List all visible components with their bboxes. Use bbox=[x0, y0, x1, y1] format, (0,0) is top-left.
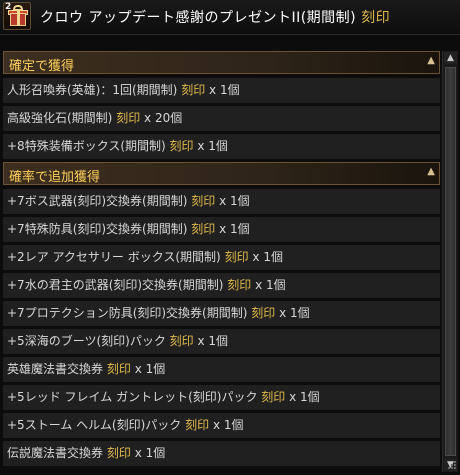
list-item: +5深海のブーツ(刻印)パック 刻印 x 1個 bbox=[3, 329, 440, 354]
item-quantity: x 1個 bbox=[134, 362, 166, 376]
item-attribute: 刻印 bbox=[181, 83, 206, 97]
item-quantity: x 20個 bbox=[144, 111, 183, 125]
gift-box-icon: 2 bbox=[3, 2, 31, 30]
list-item: +5レッド フレイム ガントレット(刻印)パック 刻印 x 1個 bbox=[3, 385, 440, 410]
resize-grip-icon[interactable] bbox=[445, 460, 457, 472]
item-quantity: x 1個 bbox=[212, 418, 244, 432]
item-name: 英雄魔法書交換券 bbox=[7, 362, 104, 376]
item-attribute: 刻印 bbox=[224, 250, 249, 264]
item-attribute: 刻印 bbox=[251, 306, 276, 320]
list-item: +7ボス武器(刻印)交換券(期間制) 刻印 x 1個 bbox=[3, 189, 440, 214]
item-name: +7プロテクション防具(刻印)交換券(期間制) bbox=[7, 306, 248, 320]
list-item: +2レア アクセサリー ボックス(期間制) 刻印 x 1個 bbox=[3, 245, 440, 270]
chevron-up-icon: ▲ bbox=[427, 55, 435, 66]
window-title: クロウ アップデート感謝のプレゼントII(期間制) 刻印 bbox=[40, 7, 390, 27]
item-name: +8特殊装備ボックス(期間制) bbox=[7, 139, 166, 153]
list-item: +7特殊防具(刻印)交換券(期間制) 刻印 x 1個 bbox=[3, 217, 440, 242]
item-attribute: 刻印 bbox=[227, 278, 252, 292]
item-list-panel: 確定で獲得 ▲ 人形召喚券(英雄)：1回(期間制) 刻印 x 1個 高級強化石(… bbox=[3, 51, 440, 475]
item-name: 高級強化石(期間制) bbox=[7, 111, 113, 125]
item-quantity: x 1個 bbox=[197, 334, 229, 348]
section-header-guaranteed[interactable]: 確定で獲得 ▲ bbox=[3, 51, 440, 74]
item-attribute: 刻印 bbox=[191, 194, 216, 208]
item-quantity: x 1個 bbox=[289, 390, 320, 404]
window-title-main: クロウ アップデート感謝のプレゼントII(期間制) bbox=[40, 10, 357, 26]
item-count-badge: 2 bbox=[5, 2, 12, 12]
window-title-attribute: 刻印 bbox=[361, 10, 391, 26]
item-name: +5レッド フレイム ガントレット(刻印)パック bbox=[7, 390, 258, 404]
item-attribute: 刻印 bbox=[169, 139, 194, 153]
list-item: 伝説魔法書交換券 刻印 x 1個 bbox=[3, 441, 440, 466]
item-name: +7ボス武器(刻印)交換券(期間制) bbox=[7, 194, 188, 208]
item-quantity: x 1個 bbox=[134, 446, 166, 460]
item-name: +7特殊防具(刻印)交換券(期間制) bbox=[7, 222, 188, 236]
title-bar: 2 クロウ アップデート感謝のプレゼントII(期間制) 刻印 bbox=[0, 0, 460, 35]
item-quantity: x 1個 bbox=[219, 194, 250, 208]
item-attribute: 刻印 bbox=[106, 446, 131, 460]
list-item: 高級強化石(期間制) 刻印 x 20個 bbox=[3, 106, 440, 131]
item-attribute: 刻印 bbox=[185, 418, 210, 432]
list-item: +7プロテクション防具(刻印)交換券(期間制) 刻印 x 1個 bbox=[3, 301, 440, 326]
item-quantity: x 1個 bbox=[209, 83, 240, 97]
section-label: 確定で獲得 bbox=[9, 59, 75, 74]
arrow-up-icon[interactable]: ▲ bbox=[444, 52, 457, 64]
scrollbar-thumb[interactable] bbox=[445, 67, 456, 456]
list-item: +7水の君主の武器(刻印)交換券(期間制) 刻印 x 1個 bbox=[3, 273, 440, 298]
item-quantity: x 1個 bbox=[279, 306, 310, 320]
list-item: +5ストーム ヘルム(刻印)パック 刻印 x 1個 bbox=[3, 413, 440, 438]
list-item: +8特殊装備ボックス(期間制) 刻印 x 1個 bbox=[3, 134, 440, 159]
item-name: +7水の君主の武器(刻印)交換券(期間制) bbox=[7, 278, 224, 292]
item-quantity: x 1個 bbox=[197, 139, 228, 153]
item-quantity: x 1個 bbox=[255, 278, 286, 292]
item-attribute: 刻印 bbox=[261, 390, 286, 404]
list-item: 人形召喚券(英雄)：1回(期間制) 刻印 x 1個 bbox=[3, 78, 440, 103]
item-attribute: 刻印 bbox=[116, 111, 141, 125]
item-name: +2レア アクセサリー ボックス(期間制) bbox=[7, 250, 221, 264]
section-label: 確率で追加獲得 bbox=[9, 170, 101, 185]
chevron-up-icon: ▲ bbox=[427, 166, 435, 177]
item-name: +5深海のブーツ(刻印)パック bbox=[7, 334, 166, 348]
item-quantity: x 1個 bbox=[252, 250, 283, 264]
item-name: 伝説魔法書交換券 bbox=[7, 446, 104, 460]
section-header-chance[interactable]: 確率で追加獲得 ▲ bbox=[3, 162, 440, 185]
item-attribute: 刻印 bbox=[169, 334, 194, 348]
list-item: 英雄魔法書交換券 刻印 x 1個 bbox=[3, 357, 440, 382]
guaranteed-items-list: 人形召喚券(英雄)：1回(期間制) 刻印 x 1個 高級強化石(期間制) 刻印 … bbox=[3, 78, 440, 159]
item-name: 人形召喚券(英雄)：1回(期間制) bbox=[7, 83, 178, 97]
chance-items-list: +7ボス武器(刻印)交換券(期間制) 刻印 x 1個 +7特殊防具(刻印)交換券… bbox=[3, 189, 440, 466]
scrollbar[interactable]: ▲ ▼ bbox=[442, 51, 458, 472]
item-name: +5ストーム ヘルム(刻印)パック bbox=[7, 418, 182, 432]
item-attribute: 刻印 bbox=[191, 222, 216, 236]
item-quantity: x 1個 bbox=[219, 222, 250, 236]
item-attribute: 刻印 bbox=[106, 362, 131, 376]
